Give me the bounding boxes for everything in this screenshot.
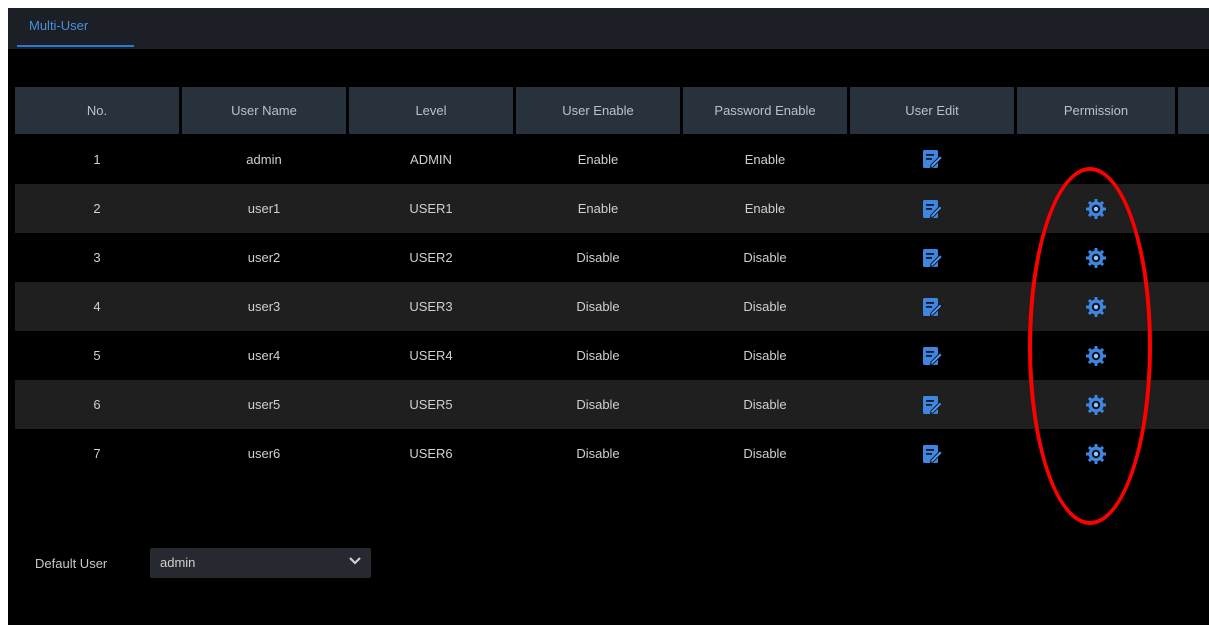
row-number: 4 [93, 299, 101, 314]
active-tab-indicator [17, 45, 134, 47]
column-header: Level [349, 87, 513, 134]
user-level: USER3 [409, 299, 453, 314]
column-header [1178, 87, 1209, 134]
password-enable-status: Disable [743, 348, 787, 363]
user-level: USER2 [409, 250, 453, 265]
user-enable-status: Enable [577, 201, 619, 216]
column-header: No. [15, 87, 179, 134]
password-enable-status: Disable [743, 250, 787, 265]
chevron-down-icon [349, 557, 361, 565]
multi-user-panel: Multi-User No. User Name Level User Enable P… [8, 8, 1209, 625]
user-name: user6 [247, 446, 281, 461]
password-enable-status: Disable [743, 397, 787, 412]
user-enable-status: Disable [576, 446, 620, 461]
row-number: 5 [93, 348, 101, 363]
column-header: User Name [182, 87, 346, 134]
gear-icon[interactable] [1017, 331, 1175, 380]
row-number: 2 [93, 201, 101, 216]
user-enable-status: Disable [576, 397, 620, 412]
edit-icon[interactable] [850, 233, 1014, 282]
user-enable-status: Disable [576, 299, 620, 314]
edit-icon[interactable] [850, 380, 1014, 429]
gear-icon[interactable] [1017, 233, 1175, 282]
tab-multi-user[interactable]: Multi-User [17, 8, 138, 49]
password-enable-status: Enable [744, 201, 786, 216]
edit-icon[interactable] [850, 331, 1014, 380]
gear-icon[interactable] [1017, 429, 1175, 478]
default-user-label: Default User [35, 555, 108, 571]
edit-icon[interactable] [850, 282, 1014, 331]
table-row: 1 admin ADMIN Enable Enable [15, 134, 1209, 184]
user-level: USER5 [409, 397, 453, 412]
user-name: user4 [247, 348, 281, 363]
column-header: Password Enable [683, 87, 847, 134]
user-level: USER4 [409, 348, 453, 363]
user-table: No. User Name Level User Enable Password Ena… [15, 87, 1209, 478]
table-row: 4 user3 USER3 Disable Disable [15, 282, 1209, 331]
user-level: ADMIN [410, 151, 452, 167]
password-enable-status: Disable [743, 299, 787, 314]
default-user-select[interactable]: admin [150, 548, 371, 578]
user-name: user1 [247, 201, 281, 216]
table-row: 5 user4 USER4 Disable Disable [15, 331, 1209, 380]
user-enable-status: Enable [577, 151, 619, 167]
user-name: user2 [247, 250, 281, 265]
gear-icon[interactable] [1017, 282, 1175, 331]
table-body: 1 admin ADMIN Enable Enable 2 user1 USER1 Enable… [15, 134, 1209, 478]
tab-bar: Multi-User [8, 8, 1209, 49]
row-number: 7 [93, 446, 101, 461]
gear-icon[interactable] [1017, 380, 1175, 429]
user-enable-status: Disable [576, 250, 620, 265]
gear-icon[interactable] [1017, 184, 1175, 233]
default-user-setting: Default User admin [35, 548, 371, 578]
row-number: 1 [93, 151, 101, 167]
edit-icon[interactable] [850, 429, 1014, 478]
edit-icon[interactable] [850, 184, 1014, 233]
row-number: 6 [93, 397, 101, 412]
password-enable-status: Enable [744, 151, 786, 167]
user-name: user3 [247, 299, 281, 314]
table-row: 3 user2 USER2 Disable Disable [15, 233, 1209, 282]
table-header-row: No. User Name Level User Enable Password Ena… [15, 87, 1209, 134]
column-header: Permission [1017, 87, 1175, 134]
table-row: 6 user5 USER5 Disable Disable [15, 380, 1209, 429]
table-row: 2 user1 USER1 Enable Enable [15, 184, 1209, 233]
user-name: user5 [247, 397, 281, 412]
user-level: USER6 [409, 446, 453, 461]
column-header: User Enable [516, 87, 680, 134]
row-number: 3 [93, 250, 101, 265]
user-enable-status: Disable [576, 348, 620, 363]
edit-icon[interactable] [850, 134, 1014, 184]
password-enable-status: Disable [743, 446, 787, 461]
column-header: User Edit [850, 87, 1014, 134]
table-row: 7 user6 USER6 Disable Disable [15, 429, 1209, 478]
tab-multi-user-label: Multi-User [29, 18, 89, 33]
user-name: admin [246, 151, 282, 167]
default-user-value: admin [160, 555, 196, 570]
user-level: USER1 [409, 201, 453, 216]
